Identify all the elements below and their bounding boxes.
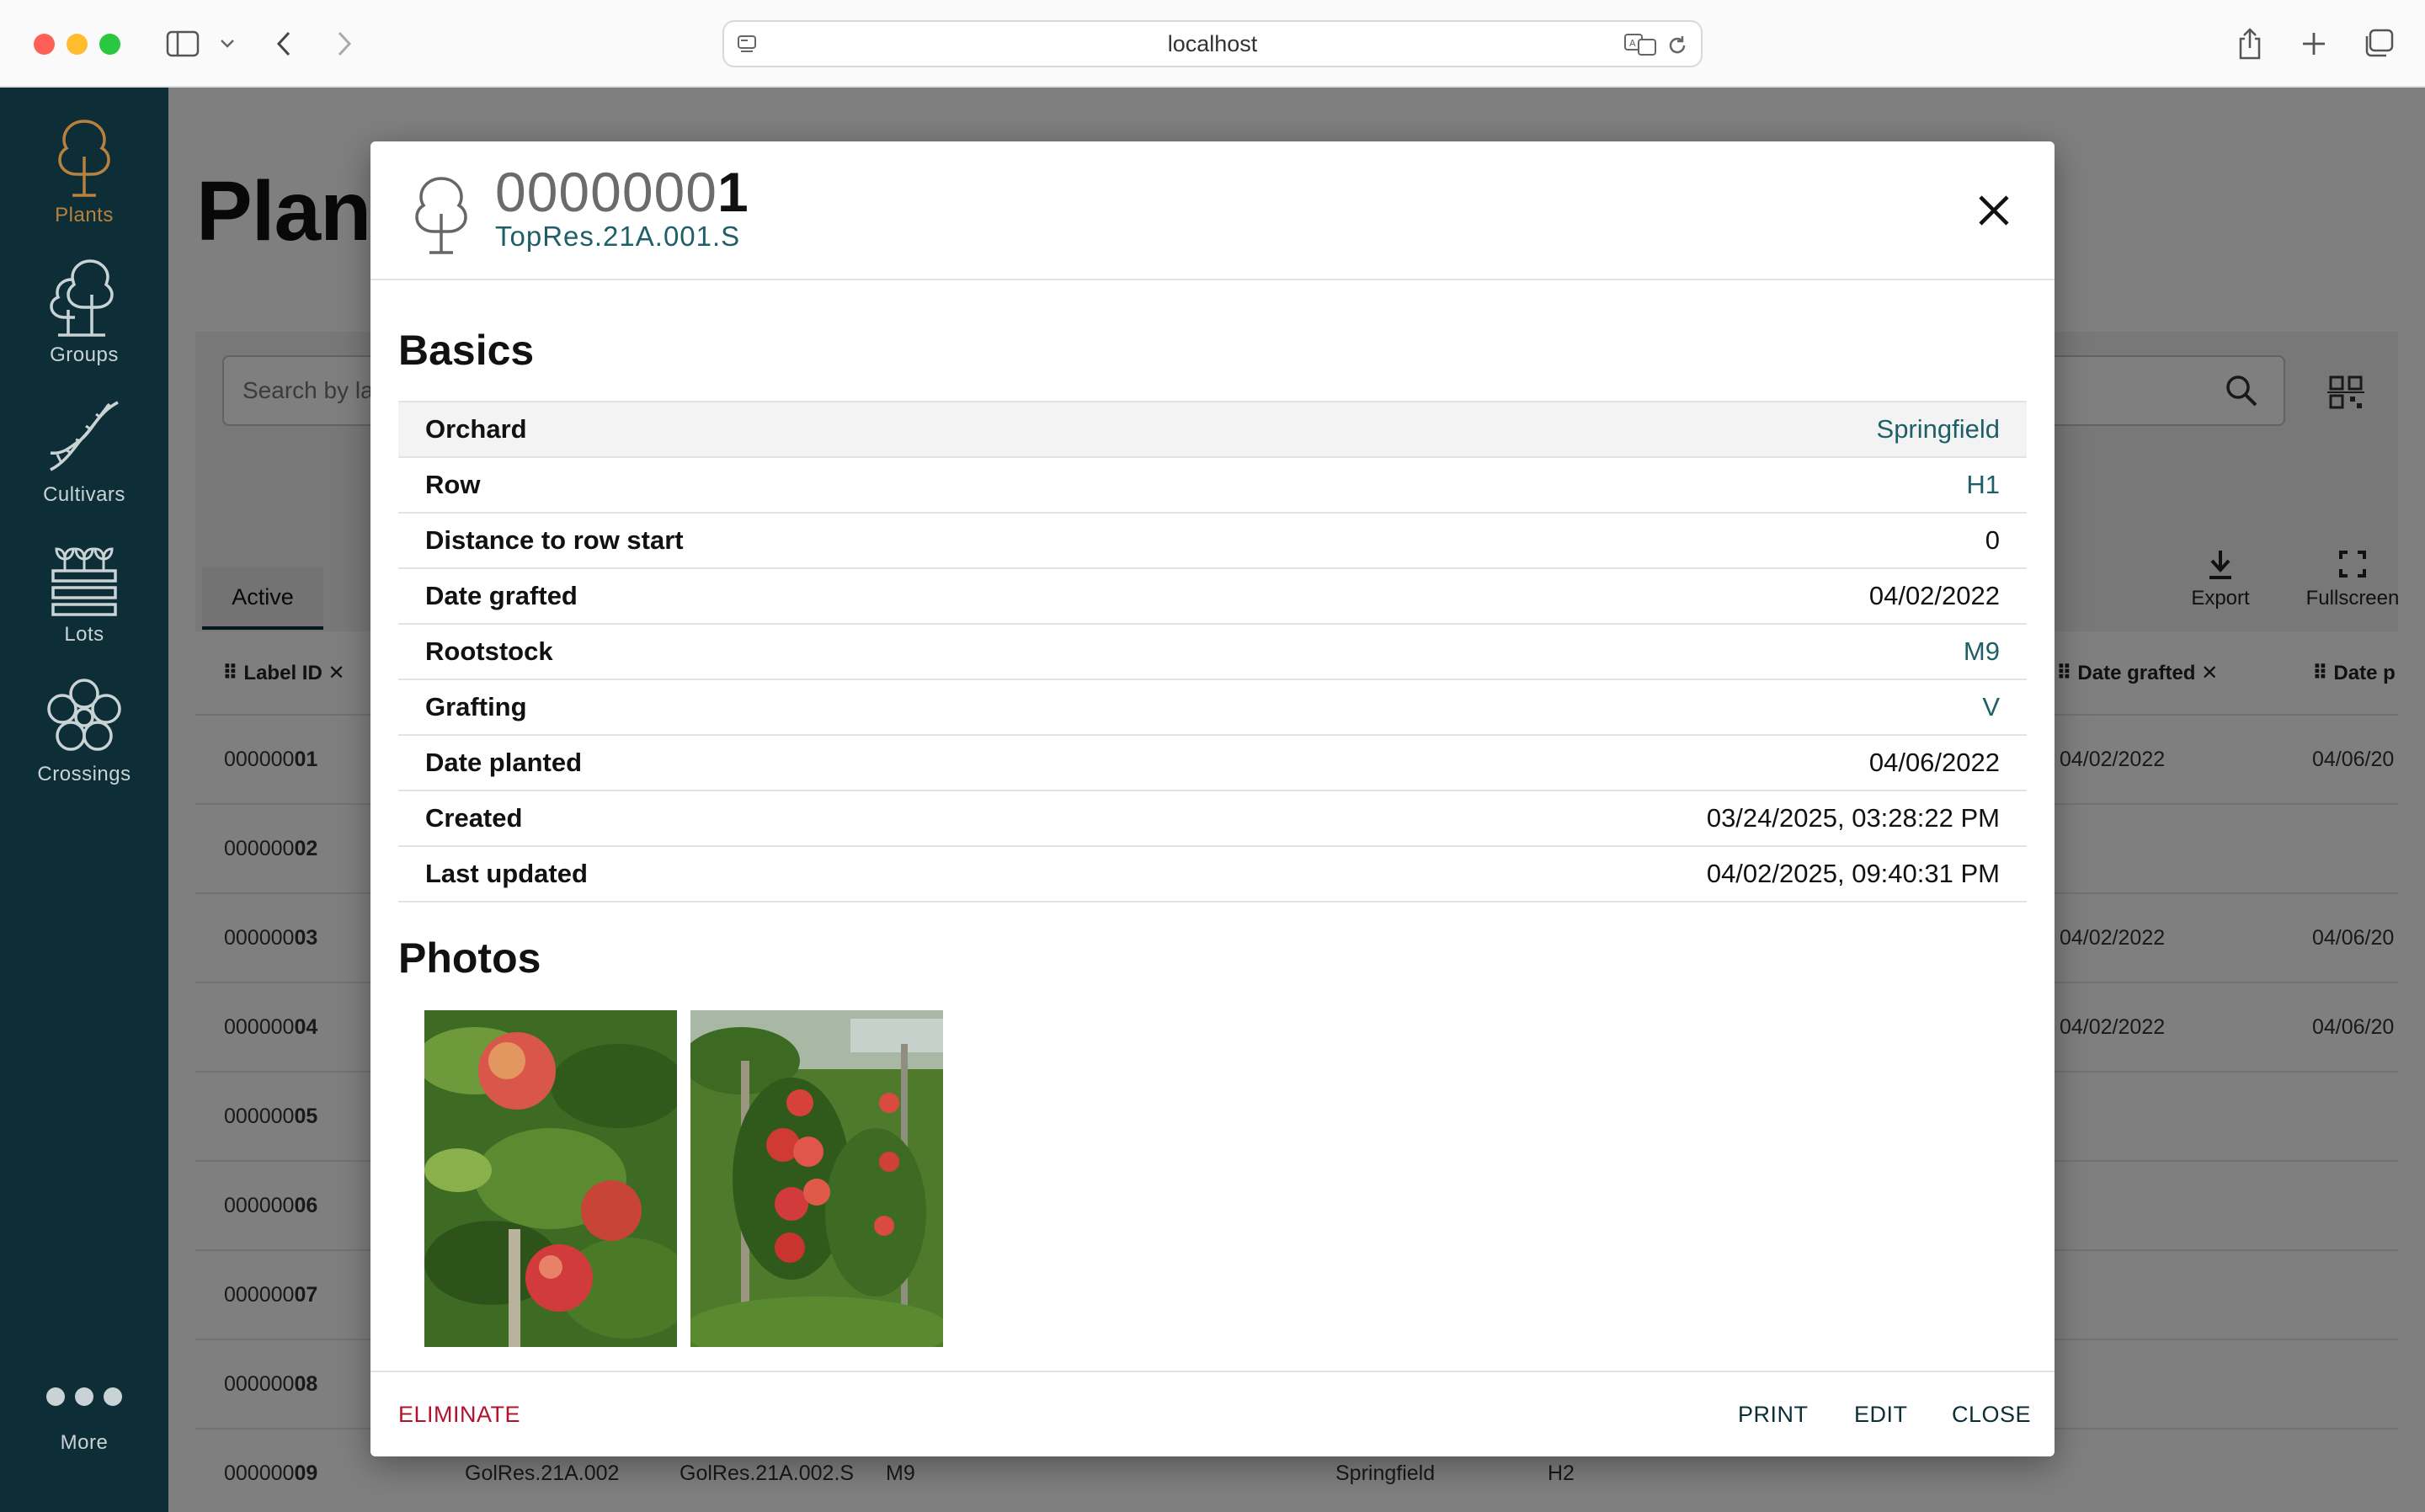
basics-table: Orchard Springfield Row H1 Distance to row s…	[398, 401, 2027, 902]
eliminate-button[interactable]: ELIMINATE	[398, 1372, 520, 1456]
share-icon[interactable]	[2233, 24, 2267, 64]
photos-heading: Photos	[398, 934, 541, 982]
basics-row: Created 03/24/2025, 03:28:22 PM	[398, 791, 2027, 847]
flower-icon	[47, 679, 121, 751]
translate-icon[interactable]: A	[1623, 32, 1657, 57]
basics-key: Grafting	[425, 692, 527, 721]
sidebar-label: Crossings	[37, 763, 131, 785]
sidebar-item-cultivars[interactable]: Cultivars	[0, 394, 168, 520]
basics-value: 04/02/2025, 09:40:31 PM	[1706, 859, 2000, 888]
plant-id-suffix: 1	[717, 161, 749, 223]
sidebar-label: Plants	[55, 204, 114, 226]
photo-thumbnail[interactable]	[424, 1010, 677, 1347]
url-text: localhost	[1167, 31, 1258, 56]
basics-value[interactable]: M9	[1964, 625, 2000, 679]
edit-button[interactable]: EDIT	[1854, 1372, 1908, 1456]
basics-row: Date grafted 04/02/2022	[398, 569, 2027, 625]
basics-row: Distance to row start 0	[398, 514, 2027, 569]
app-sidebar: Plants Groups Cultivars Lots Crossings M…	[0, 88, 168, 1512]
sidebar-label: Groups	[50, 343, 119, 366]
basics-row: Row H1	[398, 458, 2027, 514]
basics-key: Date grafted	[425, 581, 578, 610]
forward-icon[interactable]	[332, 24, 357, 64]
basics-key: Row	[425, 470, 481, 499]
tree-icon	[58, 120, 110, 197]
tree-icon	[415, 177, 467, 254]
basics-value: 04/06/2022	[1868, 748, 2000, 777]
basics-value: 0	[1985, 525, 2000, 555]
chevron-down-icon[interactable]	[217, 24, 237, 64]
close-icon[interactable]	[1975, 192, 2012, 229]
svg-text:A: A	[1629, 38, 1636, 49]
plant-detail-dialog: 00000001 TopRes.21A.001.S Basics Orchard…	[370, 141, 2055, 1456]
photo-thumbnail[interactable]	[690, 1010, 943, 1347]
basics-key: Date planted	[425, 748, 583, 777]
zoom-window-button[interactable]	[99, 34, 120, 55]
sidebar-item-more[interactable]: More	[0, 1384, 168, 1485]
dialog-header: 00000001 TopRes.21A.001.S	[370, 141, 2055, 280]
print-button[interactable]: PRINT	[1738, 1372, 1809, 1456]
sidebar-item-crossings[interactable]: Crossings	[0, 673, 168, 800]
close-window-button[interactable]	[34, 34, 55, 55]
sidebar-item-plants[interactable]: Plants	[0, 114, 168, 241]
basics-key: Distance to row start	[425, 525, 684, 555]
basics-heading: Basics	[398, 327, 535, 374]
basics-key: Created	[425, 803, 523, 833]
new-tab-icon[interactable]	[2297, 24, 2331, 64]
dna-icon	[50, 401, 119, 471]
more-icon	[46, 1387, 122, 1406]
basics-key: Rootstock	[425, 636, 553, 666]
reload-icon[interactable]	[1666, 34, 1689, 57]
sidebar-item-groups[interactable]: Groups	[0, 254, 168, 381]
basics-row: Grafting V	[398, 680, 2027, 736]
basics-row: Last updated 04/02/2025, 09:40:31 PM	[398, 847, 2027, 902]
dialog-actions: ELIMINATE PRINT EDIT CLOSE	[370, 1371, 2055, 1456]
sidebar-item-lots[interactable]: Lots	[0, 534, 168, 660]
basics-row: Date planted 04/06/2022	[398, 736, 2027, 791]
minimize-window-button[interactable]	[67, 34, 88, 55]
lots-icon	[51, 547, 117, 616]
close-button[interactable]: CLOSE	[1952, 1372, 2031, 1456]
tree-group-icon	[50, 259, 114, 337]
basics-row: Orchard Springfield	[398, 402, 2027, 458]
basics-row: Rootstock M9	[398, 625, 2027, 680]
basics-value: 04/02/2022	[1868, 581, 2000, 610]
tab-overview-icon[interactable]	[2359, 24, 2396, 64]
browser-toolbar: localhost A	[0, 0, 2425, 88]
plant-label-id: 00000001	[495, 160, 749, 224]
basics-value: 03/24/2025, 03:28:22 PM	[1706, 803, 2000, 833]
sidebar-toggle-icon[interactable]	[162, 24, 204, 64]
sidebar-label: More	[60, 1431, 109, 1454]
sidebar-label: Cultivars	[43, 483, 125, 506]
basics-key: Last updated	[425, 859, 588, 888]
basics-value[interactable]: V	[1982, 680, 2000, 734]
plant-code: TopRes.21A.001.S	[495, 221, 741, 252]
basics-value[interactable]: Springfield	[1877, 402, 2000, 456]
address-bar[interactable]: localhost A	[722, 20, 1703, 67]
back-icon[interactable]	[271, 24, 296, 64]
basics-value[interactable]: H1	[1966, 458, 2000, 512]
plant-id-prefix: 0000000	[495, 161, 717, 223]
sidebar-label: Lots	[64, 623, 104, 646]
basics-key: Orchard	[425, 414, 527, 444]
